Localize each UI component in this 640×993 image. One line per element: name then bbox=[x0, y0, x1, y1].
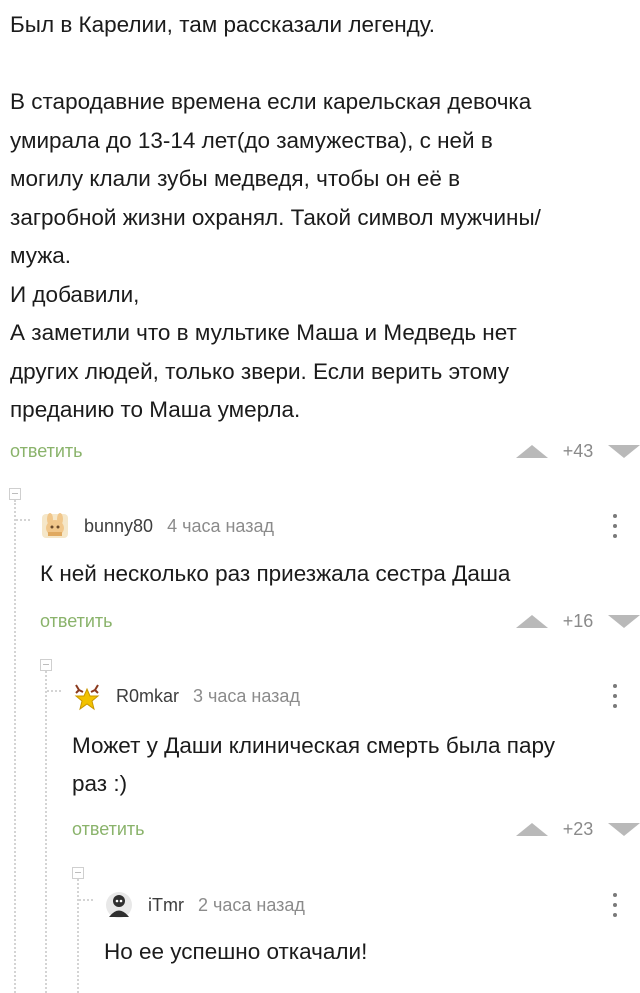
collapse-thread-button[interactable] bbox=[72, 867, 84, 879]
comment-header: iTmr 2 часа назад bbox=[104, 889, 305, 921]
upvote-arrow-icon[interactable] bbox=[516, 444, 548, 458]
thread-line bbox=[77, 879, 79, 993]
comment-vote-box: +16 bbox=[516, 606, 640, 636]
more-options-icon[interactable] bbox=[612, 514, 618, 542]
collapse-thread-button[interactable] bbox=[9, 488, 21, 500]
post-line: могилу клали зубы медведя, чтобы он её в bbox=[10, 166, 461, 191]
comment-body: Может у Даши клиническая смерть была пар… bbox=[72, 727, 555, 803]
comment-body: Но ее успешно откачали! bbox=[104, 933, 367, 971]
more-options-icon[interactable] bbox=[612, 684, 618, 712]
post-score: +43 bbox=[562, 440, 594, 461]
thread-line bbox=[45, 671, 47, 993]
upvote-arrow-icon[interactable] bbox=[516, 614, 548, 628]
comment-score: +16 bbox=[562, 610, 594, 631]
post-vote-box: +43 bbox=[516, 436, 640, 466]
bunny-avatar-icon[interactable] bbox=[40, 511, 70, 541]
comment-reply-link[interactable]: ответить bbox=[72, 819, 145, 840]
comment-username[interactable]: bunny80 bbox=[84, 516, 153, 537]
post-line: А заметили что в мультике Маша и Медведь… bbox=[10, 320, 517, 345]
comment-actions: ответить bbox=[72, 814, 145, 844]
comment-body: К ней несколько раз приезжала сестра Даш… bbox=[40, 555, 510, 593]
comment-time: 3 часа назад bbox=[193, 685, 300, 706]
comment-score: +23 bbox=[562, 818, 594, 839]
post-line: мужа. bbox=[10, 243, 72, 268]
post-line: других людей, только звери. Если верить … bbox=[10, 358, 510, 384]
downvote-arrow-icon[interactable] bbox=[608, 614, 640, 628]
post-reply-link[interactable]: ответить bbox=[10, 441, 83, 462]
comment-reply-link[interactable]: ответить bbox=[40, 611, 113, 632]
comment-username[interactable]: R0mkar bbox=[116, 686, 179, 707]
post-line: умирала до 13-14 лет(до замужества), с н… bbox=[10, 127, 493, 153]
thread-connector bbox=[79, 899, 93, 901]
downvote-arrow-icon[interactable] bbox=[608, 444, 640, 458]
downvote-arrow-icon[interactable] bbox=[608, 822, 640, 836]
thread-connector bbox=[47, 690, 61, 692]
thread-connector bbox=[16, 519, 30, 521]
more-options-icon[interactable] bbox=[612, 893, 618, 921]
comment-time: 4 часа назад bbox=[167, 515, 275, 536]
post-line: Был в Карелии, там рассказали легенду. bbox=[10, 12, 436, 37]
post-body: Был в Карелии, там рассказали легенду. В… bbox=[10, 6, 630, 430]
comment-time: 2 часа назад bbox=[197, 894, 305, 915]
thread-line bbox=[14, 500, 16, 993]
comment-header: R0mkar 3 часа назад bbox=[72, 680, 300, 712]
comment-username[interactable]: iTmr bbox=[148, 895, 184, 916]
post-actions: ответить bbox=[10, 436, 83, 466]
comment-line: К ней несколько раз приезжала сестра Даш… bbox=[40, 561, 511, 586]
comment-line: раз :) bbox=[72, 771, 128, 796]
comment-actions: ответить bbox=[40, 606, 113, 636]
comment-vote-box: +23 bbox=[516, 814, 640, 844]
post-line: загробной жизни охранял. Такой символ му… bbox=[10, 204, 541, 230]
person-avatar-icon[interactable] bbox=[104, 890, 134, 920]
collapse-thread-button[interactable] bbox=[40, 659, 52, 671]
comment-line: Может у Даши клиническая смерть была пар… bbox=[72, 733, 556, 758]
upvote-arrow-icon[interactable] bbox=[516, 822, 548, 836]
post-line: В стародавние времена если карельская де… bbox=[10, 89, 532, 114]
post-line: преданию то Маша умерла. bbox=[10, 397, 301, 422]
post-line: И добавили, bbox=[10, 281, 140, 307]
comment-header: bunny80 4 часа назад bbox=[40, 510, 274, 542]
comment-line: Но ее успешно откачали! bbox=[104, 939, 368, 964]
star-antlers-avatar-icon[interactable] bbox=[72, 681, 102, 711]
